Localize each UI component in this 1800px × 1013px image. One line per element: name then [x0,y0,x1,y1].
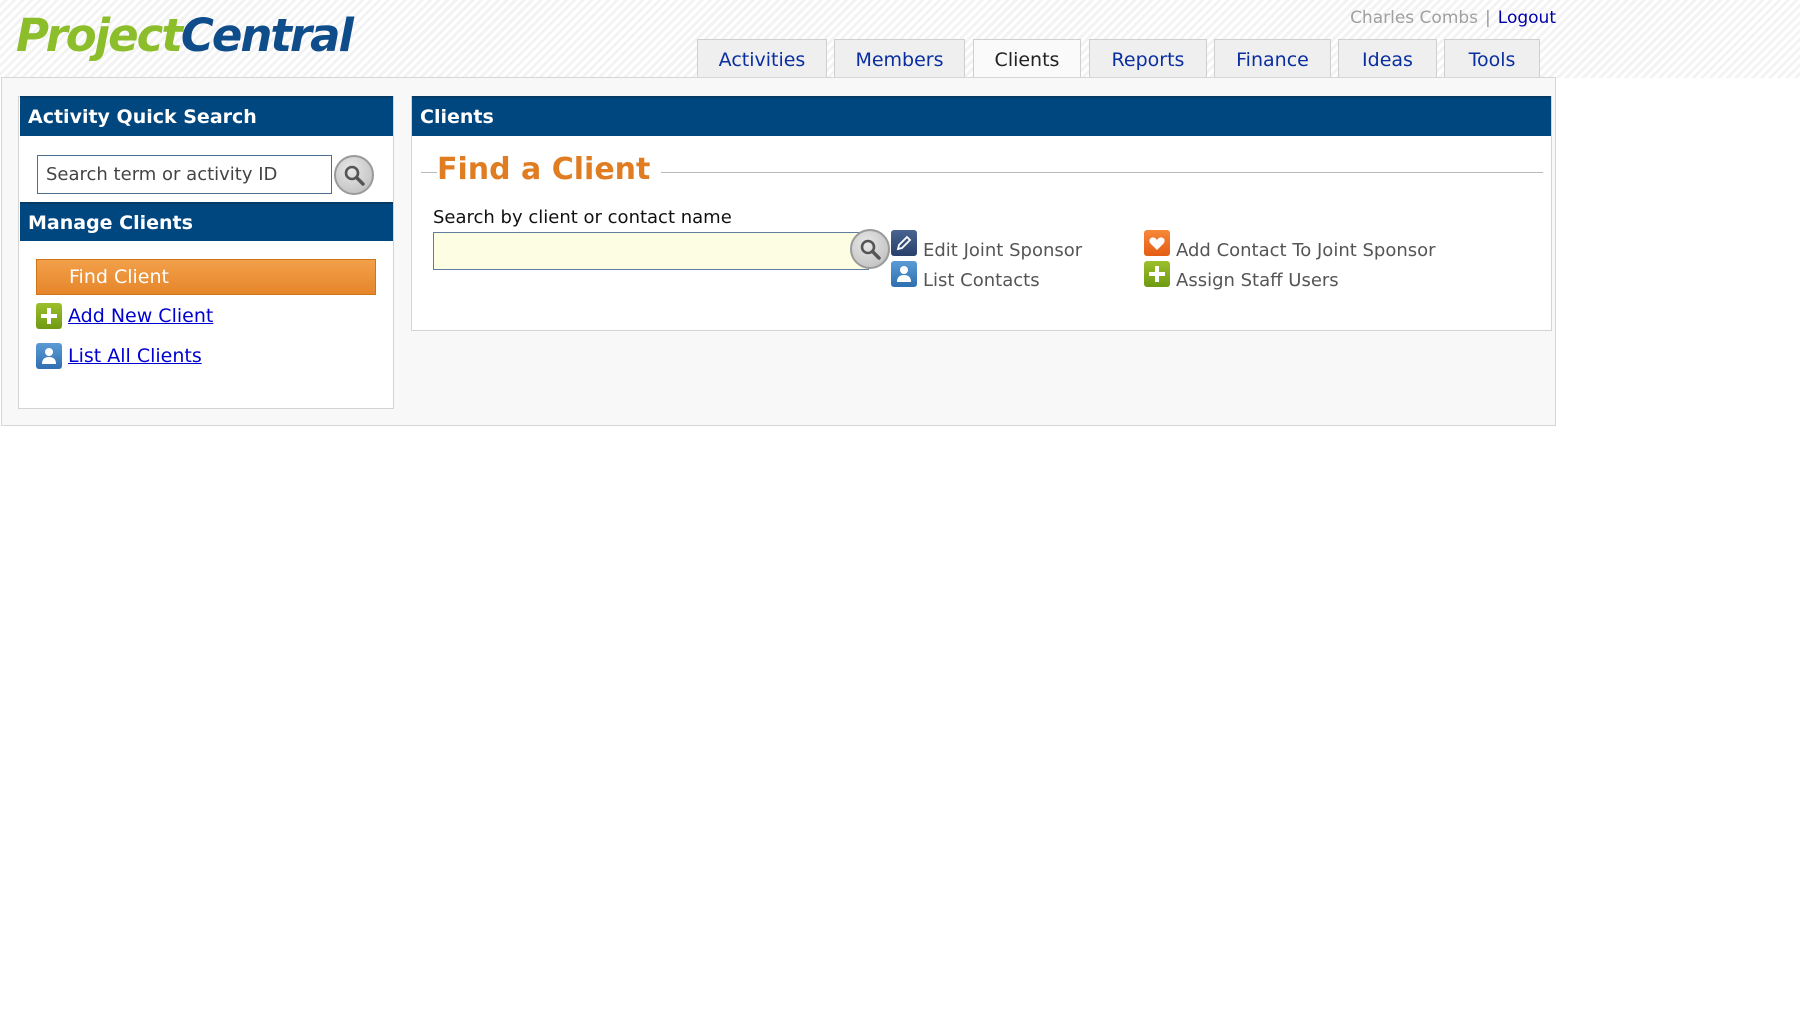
list-all-clients-link[interactable]: List All Clients [68,345,202,367]
tab-reports[interactable]: Reports [1089,39,1207,77]
assign-staff-users-link[interactable]: Assign Staff Users [1176,270,1339,291]
activity-search-input[interactable] [37,155,332,194]
edit-icon [891,230,917,256]
tab-clients[interactable]: Clients [973,39,1081,79]
client-search-button[interactable] [850,229,890,269]
tab-activities[interactable]: Activities [697,39,827,77]
tab-members[interactable]: Members [834,39,965,77]
magnifier-icon [344,165,365,186]
magnifier-icon [860,239,881,260]
user-menu: Charles Combs | Logout [1350,8,1556,28]
logout-link[interactable]: Logout [1498,8,1556,28]
manage-clients-header: Manage Clients [20,202,393,241]
tab-finance[interactable]: Finance [1214,39,1331,77]
quick-search-header: Activity Quick Search [20,96,393,136]
user-name: Charles Combs [1350,8,1479,28]
client-search-label: Search by client or contact name [433,207,732,228]
tab-tools[interactable]: Tools [1444,39,1540,77]
top-bar: ProjectCentral Charles Combs | Logout Acti… [0,0,1800,79]
add-contact-joint-sponsor-link[interactable]: Add Contact To Joint Sponsor [1176,240,1436,261]
project-central-logo[interactable]: ProjectCentral [16,6,354,66]
list-contacts-link[interactable]: List Contacts [923,270,1040,291]
edit-joint-sponsor-link[interactable]: Edit Joint Sponsor [923,240,1082,261]
tab-ideas[interactable]: Ideas [1338,39,1437,77]
person-icon [891,261,917,287]
find-client-button[interactable]: Find Client [36,259,376,295]
person-icon [36,343,62,369]
client-search-input[interactable] [433,232,869,270]
add-new-client-link[interactable]: Add New Client [68,305,213,327]
user-separator: | [1485,8,1491,28]
heart-icon [1144,230,1170,256]
clients-header: Clients [412,96,1551,136]
add-icon [1144,261,1170,287]
add-icon [36,303,62,329]
activity-search-button[interactable] [334,155,374,195]
find-a-client-title: Find a Client [437,152,661,187]
